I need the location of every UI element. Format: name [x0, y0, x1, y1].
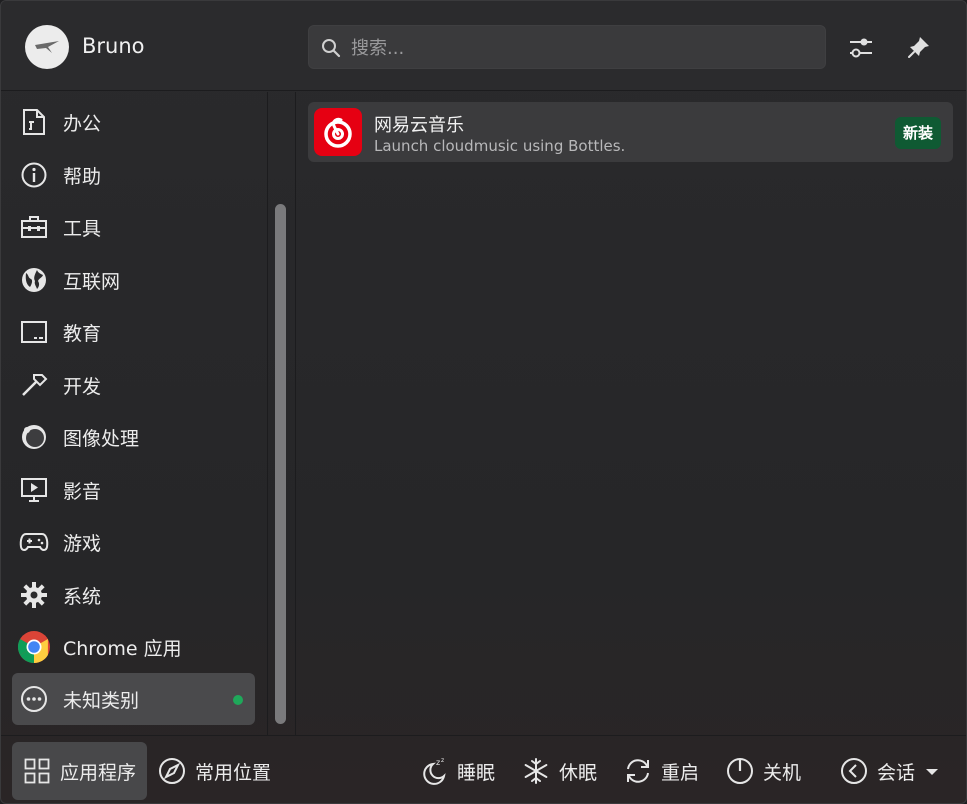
app-list-item[interactable]: 网易云音乐 Launch cloudmusic using Bottles. 新… [308, 102, 953, 162]
netease-cloudmusic-icon [314, 108, 362, 156]
power-icon [725, 756, 755, 786]
launcher-header: Bruno [1, 1, 966, 91]
hibernate-icon [521, 756, 551, 786]
sleep-icon: zz [419, 756, 449, 786]
category-help[interactable]: 帮助 [12, 149, 255, 201]
search-icon [322, 39, 341, 58]
shutdown-button[interactable]: 关机 [725, 742, 801, 800]
category-label: 游戏 [63, 532, 102, 555]
configure-icon [850, 38, 872, 58]
action-label: 休眠 [559, 761, 598, 784]
category-system[interactable]: 系统 [12, 569, 255, 621]
restart-icon [623, 756, 653, 786]
svg-text:z: z [436, 758, 440, 767]
gear-icon [12, 581, 56, 609]
category-label: 影音 [63, 480, 102, 503]
tab-applications[interactable]: 应用程序 [12, 742, 147, 800]
avatar-plane-icon [35, 41, 59, 53]
action-label: 会话 [877, 761, 916, 784]
help-icon [12, 161, 56, 189]
more-icon [12, 685, 56, 713]
category-label: 办公 [63, 112, 102, 135]
action-label: 睡眠 [457, 761, 496, 784]
gamepad-icon [12, 530, 56, 554]
app-name: 网易云音乐 [374, 115, 464, 136]
category-office[interactable]: 办公 [12, 96, 255, 148]
search-input[interactable] [351, 34, 811, 62]
new-indicator-dot [233, 695, 243, 705]
launcher-footer: 应用程序 常用位置 zz 睡眠 休眠 重启 关机 会话 [1, 735, 966, 803]
category-label: 帮助 [63, 165, 102, 188]
category-internet[interactable]: 互联网 [12, 254, 255, 306]
compass-icon [157, 756, 187, 786]
tab-label: 应用程序 [60, 761, 137, 784]
sidebar-scrollbar[interactable] [275, 204, 286, 724]
search-box[interactable] [308, 25, 826, 69]
category-education[interactable]: 教育 [12, 306, 255, 358]
restart-button[interactable]: 重启 [623, 742, 699, 800]
avatar[interactable] [25, 25, 69, 69]
sleep-button[interactable]: zz 睡眠 [419, 742, 495, 800]
tab-label: 常用位置 [195, 761, 272, 784]
graphics-icon [12, 423, 56, 451]
session-icon [839, 756, 869, 786]
toolbox-icon [12, 214, 56, 240]
category-graphics[interactable]: 图像处理 [12, 411, 255, 463]
category-label: 互联网 [63, 270, 121, 293]
chrome-icon [12, 630, 56, 664]
chevron-down-icon [925, 760, 939, 782]
category-unknown[interactable]: 未知类别 [12, 673, 255, 725]
globe-icon [12, 266, 56, 294]
svg-text:z: z [441, 757, 444, 764]
hibernate-button[interactable]: 休眠 [521, 742, 597, 800]
divider [295, 92, 296, 735]
office-icon [12, 108, 56, 136]
username: Bruno [82, 34, 145, 58]
category-label: 开发 [63, 375, 102, 398]
category-multimedia[interactable]: 影音 [12, 464, 255, 516]
multimedia-icon [12, 476, 56, 504]
category-label: 教育 [63, 322, 102, 345]
pin-icon [908, 37, 929, 58]
action-label: 关机 [763, 761, 802, 784]
configure-button[interactable] [843, 29, 879, 65]
category-label: 系统 [63, 585, 102, 608]
pin-button[interactable] [901, 29, 937, 65]
grid-icon [22, 756, 52, 786]
category-label: 图像处理 [63, 427, 140, 450]
category-label: 未知类别 [63, 689, 140, 712]
category-label: Chrome 应用 [63, 637, 182, 660]
category-games[interactable]: 游戏 [12, 516, 255, 568]
app-description: Launch cloudmusic using Bottles. [374, 137, 626, 155]
new-install-badge: 新装 [894, 117, 941, 149]
hammer-icon [12, 371, 56, 399]
tab-places[interactable]: 常用位置 [157, 742, 271, 800]
session-button[interactable]: 会话 [839, 742, 939, 800]
education-icon [12, 319, 56, 345]
action-label: 重启 [661, 761, 700, 784]
category-chrome-apps[interactable]: Chrome 应用 [12, 621, 255, 673]
category-development[interactable]: 开发 [12, 359, 255, 411]
category-label: 工具 [63, 217, 102, 240]
application-launcher: Bruno 搜索... 办公 帮助 工具 互联网 教育 开发 图像处理 影音 游… [0, 0, 967, 804]
category-utilities[interactable]: 工具 [12, 201, 255, 253]
category-sidebar: 办公 帮助 工具 互联网 教育 开发 图像处理 影音 游戏 系统 Chrome … [1, 92, 268, 735]
